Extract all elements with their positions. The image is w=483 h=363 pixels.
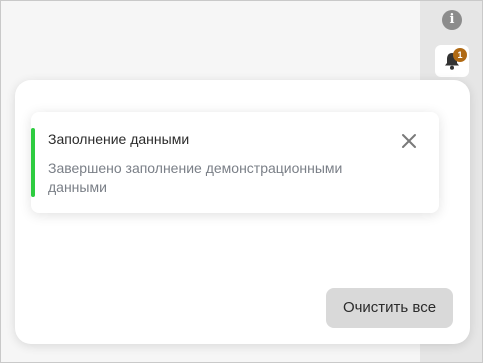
notification-count-badge: 1 xyxy=(453,48,467,62)
notification-card: Заполнение данными Завершено заполнение … xyxy=(31,112,439,213)
notifications-panel: Заполнение данными Завершено заполнение … xyxy=(15,80,470,344)
notification-title: Заполнение данными xyxy=(48,131,190,147)
clear-all-button[interactable]: Очистить все xyxy=(326,288,453,328)
success-accent-bar xyxy=(31,128,35,197)
app-window: i 1 Заполнение данными Завершено заполне… xyxy=(0,0,483,363)
notifications-button[interactable]: 1 xyxy=(435,45,469,77)
close-icon[interactable] xyxy=(400,132,418,150)
info-icon[interactable]: i xyxy=(442,10,462,30)
notification-message: Завершено заполнение демонстрационными д… xyxy=(48,160,343,195)
